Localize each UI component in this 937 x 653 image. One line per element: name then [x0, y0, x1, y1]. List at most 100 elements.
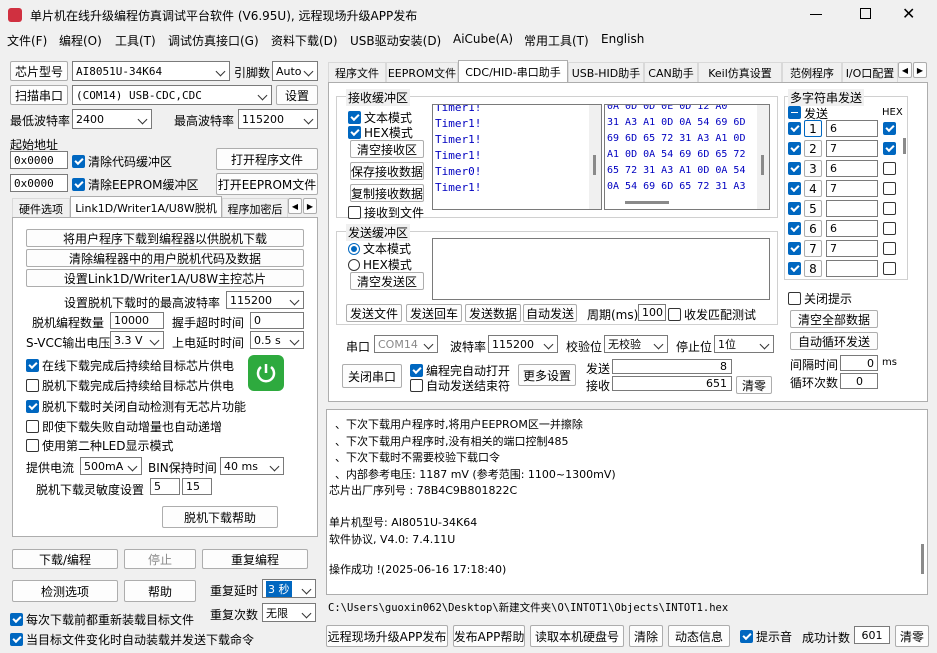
auto-send-download-checkbox[interactable]: 当目标文件变化时自动装载并发送下载命令: [10, 631, 254, 648]
menu-usb[interactable]: USB驱动安装(D): [350, 32, 441, 49]
check-options-button[interactable]: 检测选项: [12, 580, 118, 602]
download-program-button[interactable]: 下载/编程: [12, 549, 118, 569]
menu-download[interactable]: 资料下载(D): [271, 32, 338, 49]
tab-examples[interactable]: 范例程序: [782, 62, 842, 82]
row-hex-checkbox[interactable]: [883, 142, 899, 155]
minimize-icon[interactable]: [810, 14, 822, 15]
pin-select[interactable]: Auto: [272, 61, 318, 81]
read-disk-button[interactable]: 读取本机硬盘号: [530, 625, 624, 647]
row-input[interactable]: 6: [826, 220, 878, 237]
beep-checkbox[interactable]: 提示音: [740, 628, 792, 645]
code-addr-input[interactable]: 0x0000: [10, 151, 68, 169]
menu-file[interactable]: 文件(F): [7, 32, 47, 49]
tab-scroll-left[interactable]: ◀: [288, 198, 302, 214]
chip-type-select[interactable]: AI8051U-34K64: [72, 61, 230, 81]
parity-select[interactable]: 无校验: [604, 335, 668, 353]
send-file-button[interactable]: 发送文件: [346, 304, 402, 322]
eeprom-addr-input[interactable]: 0x0000: [10, 174, 68, 192]
min-baud-select[interactable]: 2400: [72, 109, 152, 129]
row-send-checkbox[interactable]: [788, 142, 804, 155]
clear-log-button[interactable]: 清除: [629, 625, 663, 647]
row-input[interactable]: 6: [826, 120, 878, 137]
rx-hex-mode-checkbox[interactable]: HEX模式: [348, 124, 413, 141]
right-tab-scroll-left[interactable]: ◀: [898, 62, 912, 78]
send-text-area[interactable]: [432, 238, 770, 300]
reload-checkbox[interactable]: 每次下载前都重新装载目标文件: [10, 611, 194, 628]
close-tip-checkbox[interactable]: 关闭提示: [788, 290, 852, 307]
menu-common[interactable]: 常用工具(T): [524, 32, 589, 49]
row-send-checkbox[interactable]: [788, 242, 804, 255]
tab-encrypt[interactable]: 程序加密后: [222, 198, 288, 218]
chip-type-button[interactable]: 芯片型号: [10, 61, 68, 81]
set-master-chip-button[interactable]: 设置Link1D/Writer1A/U8W主控芯片: [26, 269, 304, 287]
row-hex-checkbox[interactable]: [883, 262, 899, 275]
more-settings-button[interactable]: 更多设置: [518, 364, 576, 386]
baud-select[interactable]: 115200: [488, 335, 558, 353]
max-baud-select[interactable]: 115200: [238, 109, 318, 129]
row-hex-checkbox[interactable]: [883, 122, 899, 135]
send-return-button[interactable]: 发送回车: [406, 304, 462, 322]
save-receive-button[interactable]: 保存接收数据: [350, 162, 424, 180]
log-scrollbar[interactable]: [921, 544, 924, 574]
auto-increment-checkbox[interactable]: 即使下载失败自动增量也自动递增: [26, 418, 222, 435]
row-hex-checkbox[interactable]: [883, 222, 899, 235]
auto-end-checkbox[interactable]: 自动发送结束符: [410, 377, 510, 394]
sensitivity-input-1[interactable]: 5: [150, 478, 180, 495]
row-send-button[interactable]: 3: [804, 160, 822, 177]
reset-count-button[interactable]: 清零: [895, 625, 929, 647]
power-icon[interactable]: [248, 355, 284, 391]
row-input[interactable]: 7: [826, 140, 878, 157]
clear-programmer-button[interactable]: 清除编程器中的用户脱机代码及数据: [26, 249, 304, 267]
publish-help-button[interactable]: 发布APP帮助: [453, 625, 525, 647]
stop-bit-select[interactable]: 1位: [714, 335, 774, 353]
dynamic-info-button[interactable]: 动态信息: [668, 625, 730, 647]
tab-scroll-right[interactable]: ▶: [303, 198, 317, 214]
tab-program-file[interactable]: 程序文件: [328, 62, 386, 82]
send-data-button[interactable]: 发送数据: [465, 304, 521, 322]
tab-hardware[interactable]: 硬件选项: [12, 198, 70, 218]
row-send-checkbox[interactable]: [788, 182, 804, 195]
current-select[interactable]: 500mA: [80, 457, 142, 475]
serial-port-select[interactable]: COM14: [374, 335, 438, 353]
row-send-button[interactable]: 2: [804, 140, 822, 157]
repeat-count-select[interactable]: 无限: [262, 603, 316, 622]
clear-count-button[interactable]: 清零: [736, 376, 772, 394]
repeat-program-button[interactable]: 重复编程: [202, 549, 308, 569]
power-delay-select[interactable]: 0.5 s: [250, 331, 304, 349]
row-hex-checkbox[interactable]: [883, 162, 899, 175]
offline-power-checkbox[interactable]: 脱机下载完成后持续给目标芯片供电: [26, 377, 234, 394]
row-send-checkbox[interactable]: [788, 222, 804, 235]
tab-link1d[interactable]: Link1D/Writer1A/U8W脱机: [70, 196, 222, 218]
tx-hex-mode-radio[interactable]: HEX模式: [348, 256, 412, 273]
menu-tools[interactable]: 工具(T): [115, 32, 156, 49]
online-power-checkbox[interactable]: 在线下载完成后持续给目标芯片供电: [26, 357, 234, 374]
interval-input[interactable]: 0: [840, 355, 878, 371]
stop-button[interactable]: 停止: [124, 549, 196, 569]
offline-count-input[interactable]: 10000: [110, 312, 164, 329]
auto-loop-button[interactable]: 自动循环发送: [790, 332, 878, 350]
clear-receive-button[interactable]: 清空接收区: [350, 140, 424, 158]
help-button[interactable]: 帮助: [124, 580, 196, 602]
row-send-checkbox[interactable]: [788, 162, 804, 175]
row-input[interactable]: 7: [826, 180, 878, 197]
loops-input[interactable]: 0: [840, 373, 878, 389]
download-to-programmer-button[interactable]: 将用户程序下载到编程器以供脱机下载: [26, 229, 304, 247]
row-hex-checkbox[interactable]: [883, 182, 899, 195]
receive-to-file-checkbox[interactable]: 接收到文件: [348, 204, 424, 221]
offline-baud-select[interactable]: 115200: [226, 291, 304, 309]
row-send-checkbox[interactable]: [788, 262, 804, 275]
multi-scrollbar[interactable]: [903, 138, 906, 154]
tab-eeprom-file[interactable]: EEPROM文件: [386, 62, 458, 82]
tx-text-mode-radio[interactable]: 文本模式: [348, 240, 411, 257]
row-input[interactable]: [826, 200, 878, 217]
row-input[interactable]: 7: [826, 240, 878, 257]
row-input[interactable]: 6: [826, 160, 878, 177]
rx-hex-hscrollbar[interactable]: [625, 201, 669, 204]
receive-hex-area[interactable]: 0A 0D 0D 0E 0D 12 A0 31 A3 A1 0D 0A 54 6…: [604, 104, 770, 210]
open-eeprom-button[interactable]: 打开EEPROM文件: [216, 173, 318, 195]
handshake-input[interactable]: 0: [250, 312, 304, 329]
period-input[interactable]: 100: [638, 304, 666, 321]
row-send-button[interactable]: 1: [804, 120, 822, 137]
right-tab-scroll-right[interactable]: ▶: [913, 62, 927, 78]
rx-text-scrollbar[interactable]: [589, 105, 601, 209]
